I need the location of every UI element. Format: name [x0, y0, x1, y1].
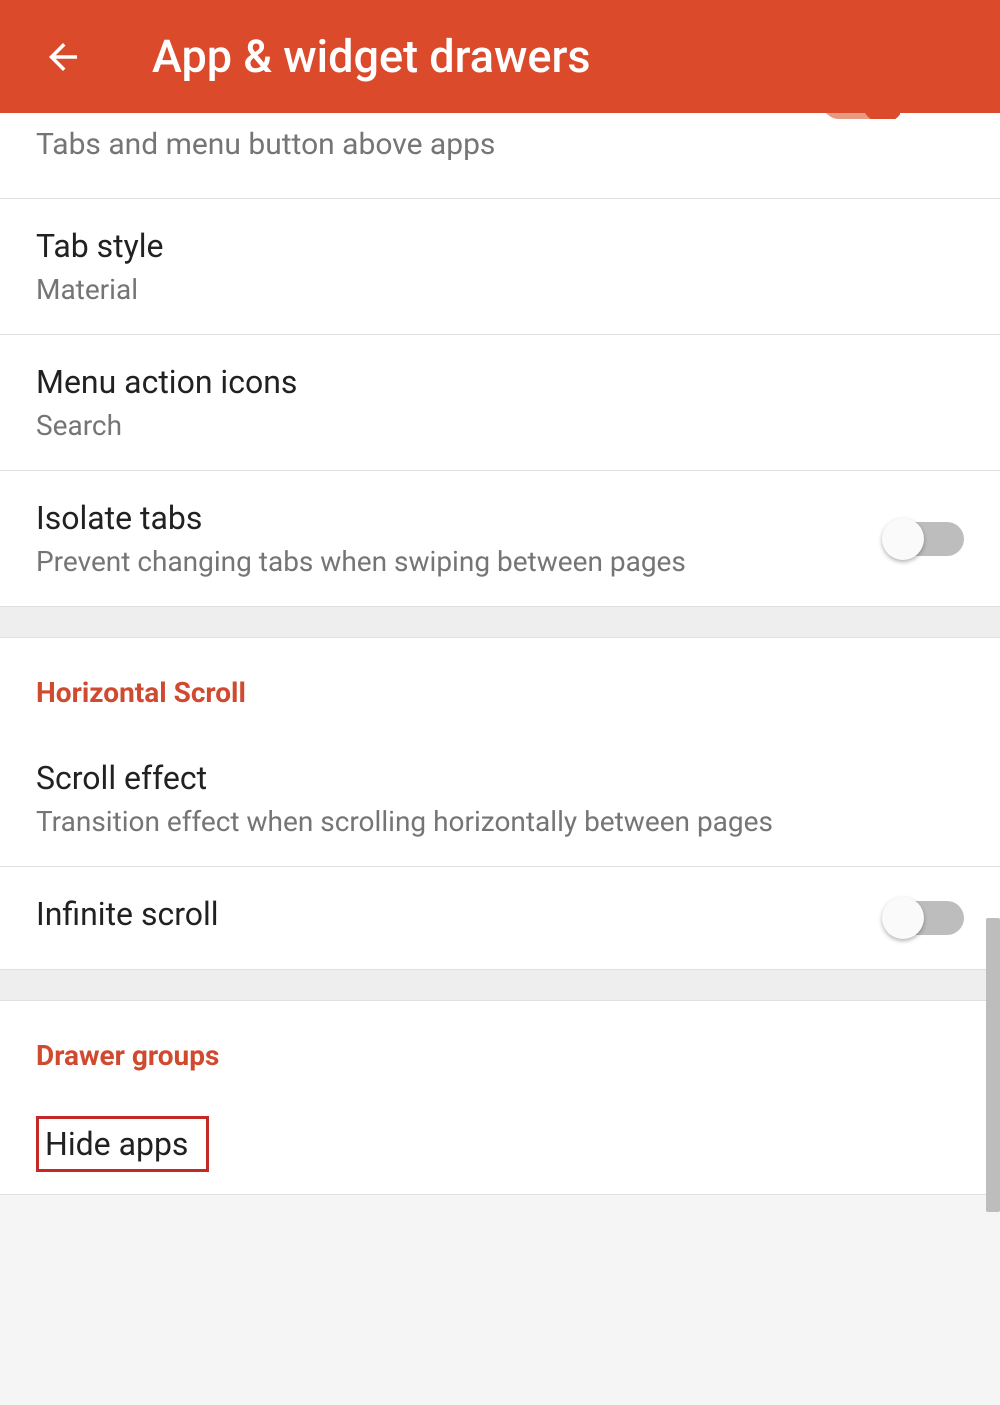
horizontal-scroll-header: Horizontal Scroll: [0, 638, 1000, 731]
section-divider: [0, 606, 1000, 638]
isolate-tabs-row[interactable]: Isolate tabs Prevent changing tabs when …: [0, 471, 1000, 606]
menu-action-icons-title: Menu action icons: [36, 363, 964, 401]
page-title: App & widget drawers: [152, 30, 591, 83]
scroll-effect-title: Scroll effect: [36, 759, 964, 797]
settings-content: Tabs and menu button above apps Tab styl…: [0, 113, 1000, 1195]
menu-action-icons-subtitle: Search: [36, 409, 964, 442]
tabs-menu-toggle-partial[interactable]: [822, 113, 900, 119]
tabs-menu-row[interactable]: Tabs and menu button above apps: [0, 113, 1000, 199]
tab-style-subtitle: Material: [36, 273, 964, 306]
scroll-effect-subtitle: Transition effect when scrolling horizon…: [36, 805, 964, 838]
app-header: App & widget drawers: [0, 0, 1000, 113]
isolate-tabs-subtitle: Prevent changing tabs when swiping betwe…: [36, 545, 886, 578]
hide-apps-row[interactable]: Hide apps: [0, 1094, 1000, 1195]
tabs-menu-subtitle: Tabs and menu button above apps: [36, 127, 964, 162]
isolate-tabs-toggle[interactable]: [886, 522, 964, 556]
scrollbar-thumb[interactable]: [986, 918, 1000, 1212]
hide-apps-title: Hide apps: [36, 1116, 209, 1172]
back-arrow-icon[interactable]: [42, 36, 84, 78]
infinite-scroll-row[interactable]: Infinite scroll: [0, 867, 1000, 969]
drawer-groups-header: Drawer groups: [0, 1001, 1000, 1094]
infinite-scroll-toggle[interactable]: [886, 901, 964, 935]
menu-action-icons-row[interactable]: Menu action icons Search: [0, 335, 1000, 471]
scroll-effect-row[interactable]: Scroll effect Transition effect when scr…: [0, 731, 1000, 867]
infinite-scroll-title: Infinite scroll: [36, 895, 886, 933]
section-divider-2: [0, 969, 1000, 1001]
tab-style-row[interactable]: Tab style Material: [0, 199, 1000, 335]
tab-style-title: Tab style: [36, 227, 964, 265]
isolate-tabs-title: Isolate tabs: [36, 499, 886, 537]
